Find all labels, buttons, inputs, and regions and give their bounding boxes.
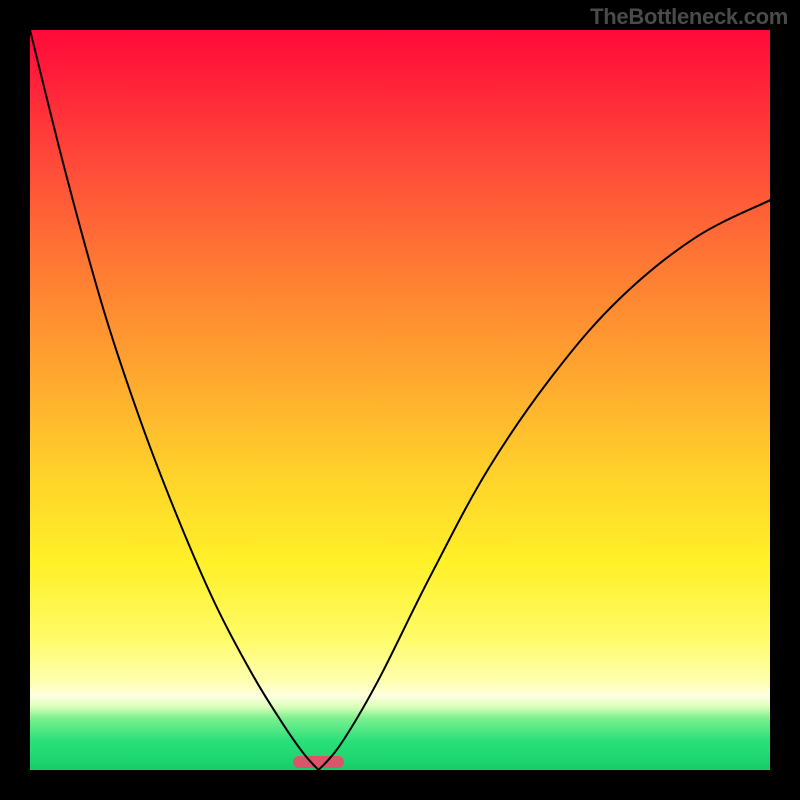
chart-frame: TheBottleneck.com [0,0,800,800]
watermark-label: TheBottleneck.com [590,4,788,30]
curve-left [30,30,319,770]
plot-area [30,30,770,770]
bottleneck-curve [30,30,770,770]
curve-right [319,200,770,770]
